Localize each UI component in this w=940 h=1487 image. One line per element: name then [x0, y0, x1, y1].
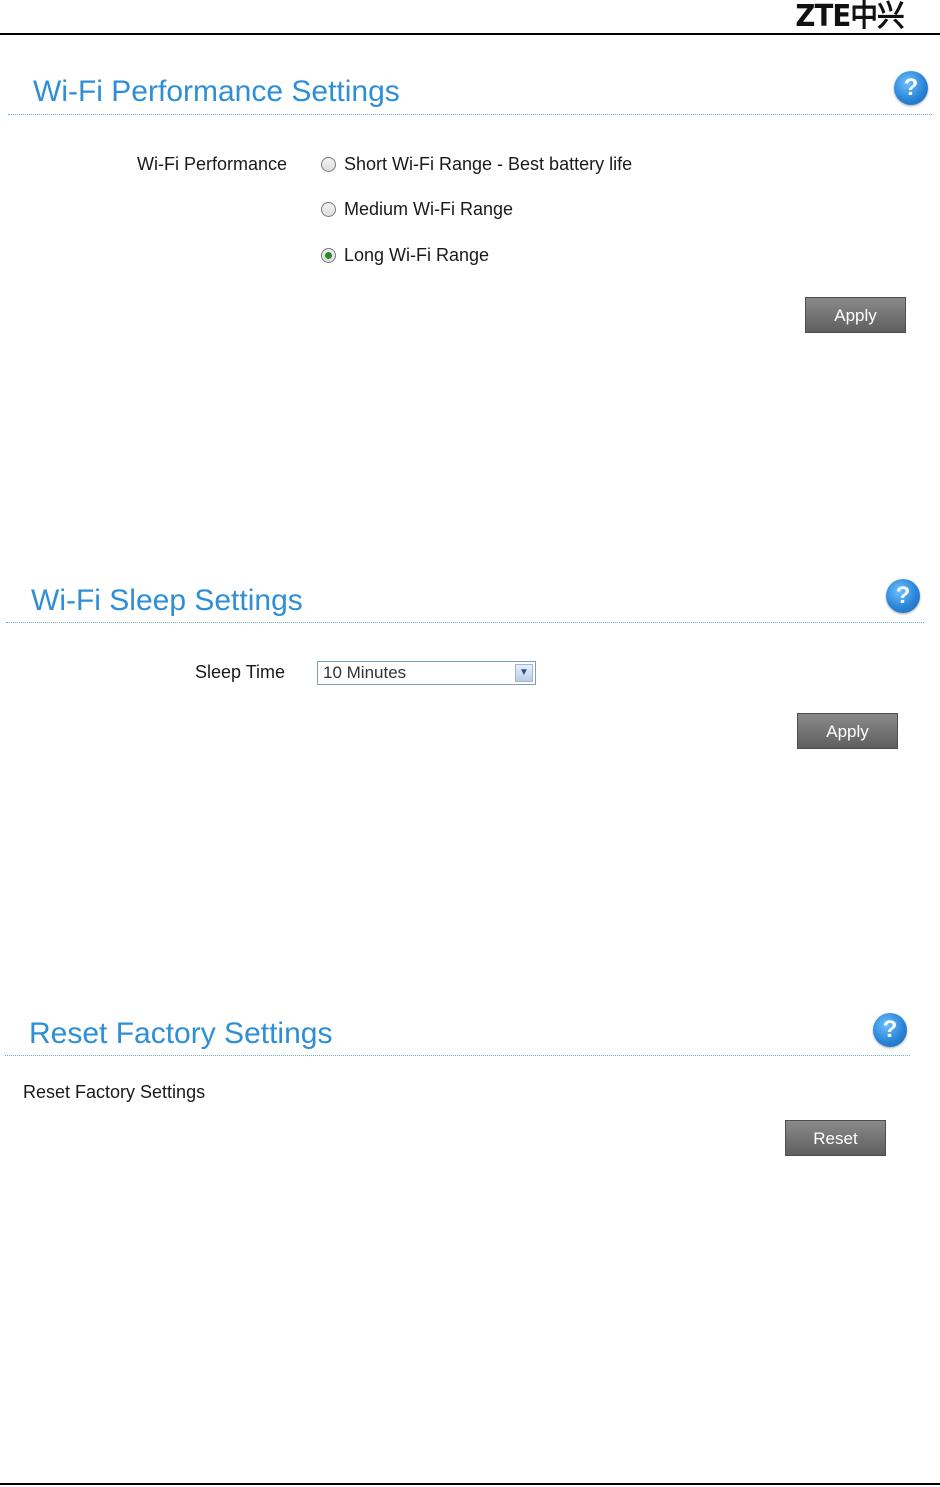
- section-divider: [5, 1055, 910, 1056]
- section-title-sleep: Wi-Fi Sleep Settings: [31, 584, 303, 617]
- chevron-down-icon[interactable]: ▼: [515, 664, 533, 682]
- radio-button[interactable]: [321, 201, 336, 217]
- radio-label: Medium Wi-Fi Range: [344, 199, 514, 219]
- section-title-reset: Reset Factory Settings: [29, 1017, 333, 1050]
- radio-label: Long Wi-Fi Range: [344, 245, 490, 265]
- sleep-time-value: 10 Minutes: [323, 663, 407, 682]
- radio-medium-range[interactable]: Medium Wi-Fi Range: [321, 198, 513, 220]
- reset-button[interactable]: Reset: [785, 1120, 886, 1156]
- radio-long-range[interactable]: Long Wi-Fi Range: [321, 244, 489, 266]
- wifi-performance-label: Wi-Fi Performance: [137, 154, 288, 174]
- footer-divider: [0, 1483, 940, 1485]
- section-divider: [6, 622, 924, 623]
- radio-label: Short Wi-Fi Range - Best battery life: [344, 154, 633, 174]
- help-icon[interactable]: ?: [886, 579, 920, 613]
- apply-button-sleep[interactable]: Apply: [797, 713, 898, 749]
- sleep-time-label: Sleep Time: [195, 662, 286, 682]
- header-divider: [0, 33, 940, 35]
- reset-description: Reset Factory Settings: [23, 1082, 206, 1102]
- sleep-time-select[interactable]: 10 Minutes ▼: [317, 661, 536, 685]
- zte-logo: ZTE中兴: [795, 0, 905, 34]
- radio-button-checked[interactable]: [321, 247, 336, 263]
- section-title-performance: Wi-Fi Performance Settings: [33, 75, 400, 108]
- help-icon[interactable]: ?: [873, 1013, 907, 1047]
- radio-button[interactable]: [321, 156, 336, 172]
- apply-button-performance[interactable]: Apply: [805, 297, 906, 333]
- section-divider: [8, 114, 932, 115]
- radio-short-range[interactable]: Short Wi-Fi Range - Best battery life: [321, 153, 632, 175]
- help-icon[interactable]: ?: [894, 71, 928, 105]
